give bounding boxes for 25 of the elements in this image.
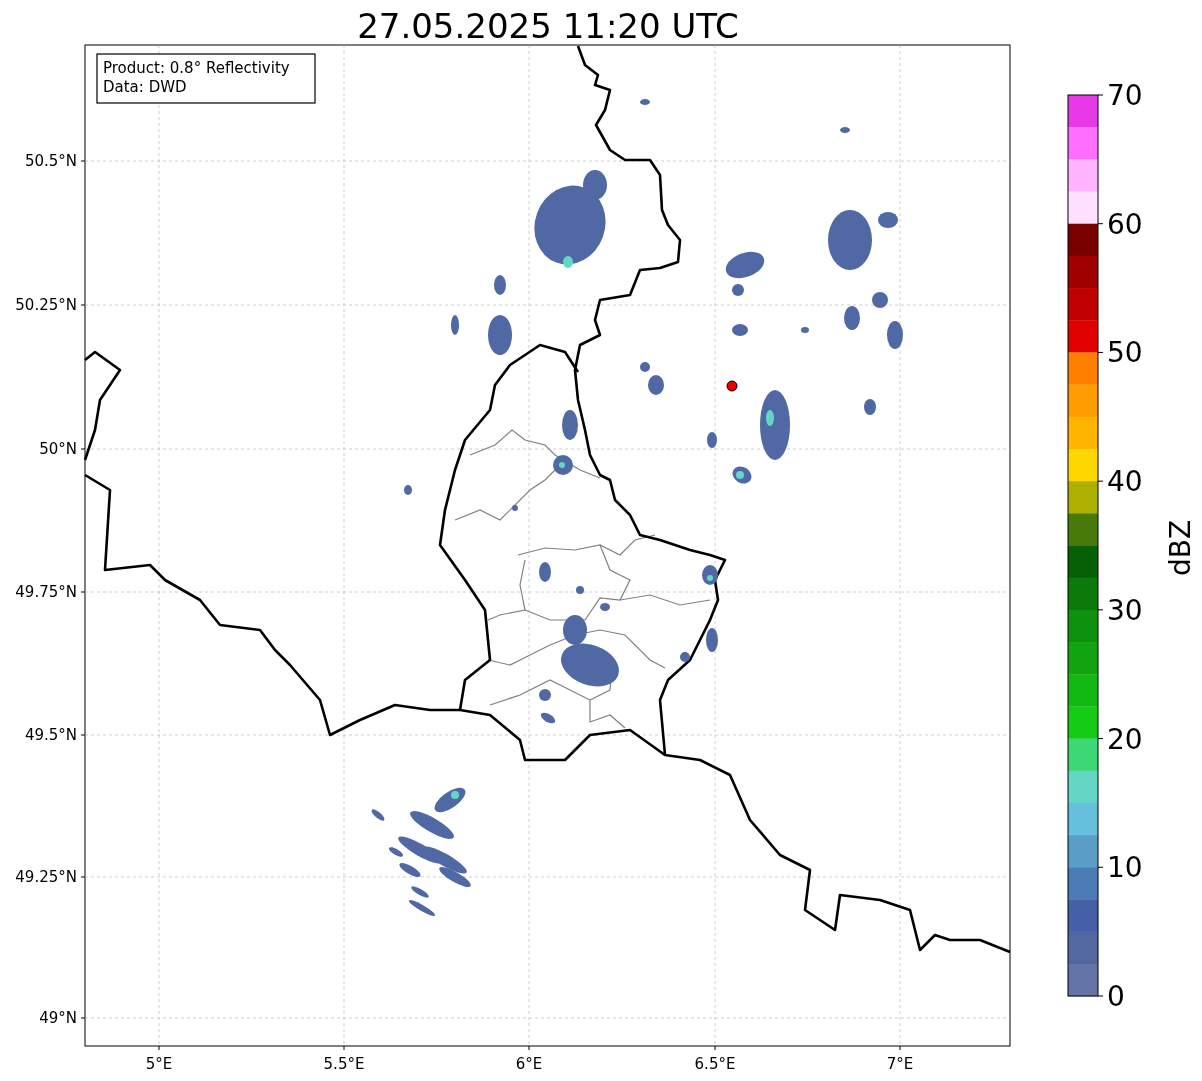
colorbar-tick-label: 30: [1107, 593, 1143, 627]
axis-tick-label: 6.5°E: [694, 1055, 736, 1073]
axis-tick-label: 5°E: [145, 1055, 173, 1073]
axis-tick-label: 49.25°N: [15, 868, 77, 886]
colorbar-label: dBZ: [1164, 519, 1197, 577]
axis-tick-label: 7°E: [886, 1055, 914, 1073]
colorbar-tick-label: 40: [1107, 465, 1143, 499]
colorbar-tick-label: 60: [1107, 207, 1143, 241]
colorbar-tick-label: 50: [1107, 336, 1143, 370]
colorbar-tick-label: 70: [1107, 79, 1143, 112]
location-marker: [726, 380, 738, 392]
axis-tick-label: 49.75°N: [15, 583, 77, 601]
legend-text: Product: 0.8° Reflectivity: [103, 59, 290, 77]
axis-tick-label: 5.5°E: [323, 1055, 365, 1073]
axis-tick-label: 50°N: [39, 440, 77, 458]
axis-tick-label: 6°E: [515, 1055, 543, 1073]
axis-tick-label: 50.25°N: [15, 296, 77, 314]
chart-title: 27.05.2025 11:20 UTC: [357, 6, 739, 46]
colorbar-tick-label: 0: [1107, 980, 1125, 1013]
axis-tick-label: 49.5°N: [24, 726, 77, 744]
colorbar-tick-label: 20: [1107, 722, 1143, 756]
axis-tick-label: 50.5°N: [24, 152, 77, 170]
colorbar-tick-label: 10: [1107, 851, 1143, 885]
axis-tick-label: 49°N: [39, 1009, 77, 1027]
legend-text: Data: DWD: [103, 78, 187, 96]
